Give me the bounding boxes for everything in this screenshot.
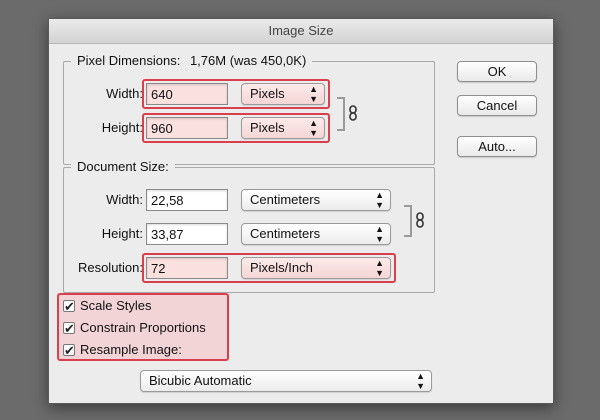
resample-method-value: Bicubic Automatic (149, 373, 252, 388)
resample-image-checkbox[interactable] (63, 341, 75, 361)
doc-width-input[interactable]: 22,58 (146, 189, 228, 211)
auto-button[interactable]: Auto... (457, 136, 537, 157)
pixel-dimensions-title: Pixel Dimensions: 1,76M (was 450,0K) (71, 53, 313, 69)
select-arrows-icon: ▲ ▼ (416, 371, 425, 391)
pixel-width-label: Width: (106, 86, 143, 101)
scale-styles-checkbox[interactable] (63, 297, 75, 317)
scale-styles-option[interactable]: Scale Styles (63, 296, 152, 317)
pixel-dimensions-label: Pixel Dimensions: (77, 53, 181, 68)
pixel-height-highlight (142, 113, 330, 143)
constrain-proportions-option[interactable]: Constrain Proportions (63, 318, 206, 339)
link-chain-icon (349, 105, 357, 121)
constrain-proportions-label: Constrain Proportions (80, 320, 206, 335)
scale-styles-label: Scale Styles (80, 298, 152, 313)
resample-method-select[interactable]: Bicubic Automatic ▲ ▼ (140, 370, 432, 392)
document-size-title: Document Size: (71, 159, 175, 175)
cancel-button[interactable]: Cancel (457, 95, 537, 116)
window-title: Image Size (49, 19, 553, 44)
doc-height-input[interactable]: 33,87 (146, 223, 228, 245)
doc-height-unit-value: Centimeters (250, 226, 321, 241)
ok-button[interactable]: OK (457, 61, 537, 82)
select-arrows-icon: ▲ ▼ (375, 190, 384, 210)
doc-height-unit-select[interactable]: Centimeters ▲ ▼ (241, 223, 391, 245)
doc-width-label: Width: (106, 192, 143, 207)
doc-width-unit-select[interactable]: Centimeters ▲ ▼ (241, 189, 391, 211)
pixel-dimensions-size: 1,76M (was 450,0K) (189, 53, 307, 68)
pixel-height-label: Height: (101, 120, 143, 135)
pixel-link-bracket (337, 97, 345, 131)
link-chain-icon (416, 212, 424, 228)
pixel-width-highlight (142, 79, 330, 109)
resolution-label: Resolution: (77, 260, 143, 275)
resolution-highlight (142, 253, 396, 283)
doc-height-label: Height: (101, 226, 143, 241)
select-arrows-icon: ▲ ▼ (375, 224, 384, 244)
document-link-bracket (404, 205, 412, 237)
resample-image-label: Resample Image: (80, 342, 182, 357)
image-size-dialog: Image Size Pixel Dimensions: 1,76M (was … (48, 18, 554, 404)
resample-image-option[interactable]: Resample Image: (63, 340, 182, 361)
constrain-proportions-checkbox[interactable] (63, 319, 75, 339)
doc-width-unit-value: Centimeters (250, 192, 321, 207)
